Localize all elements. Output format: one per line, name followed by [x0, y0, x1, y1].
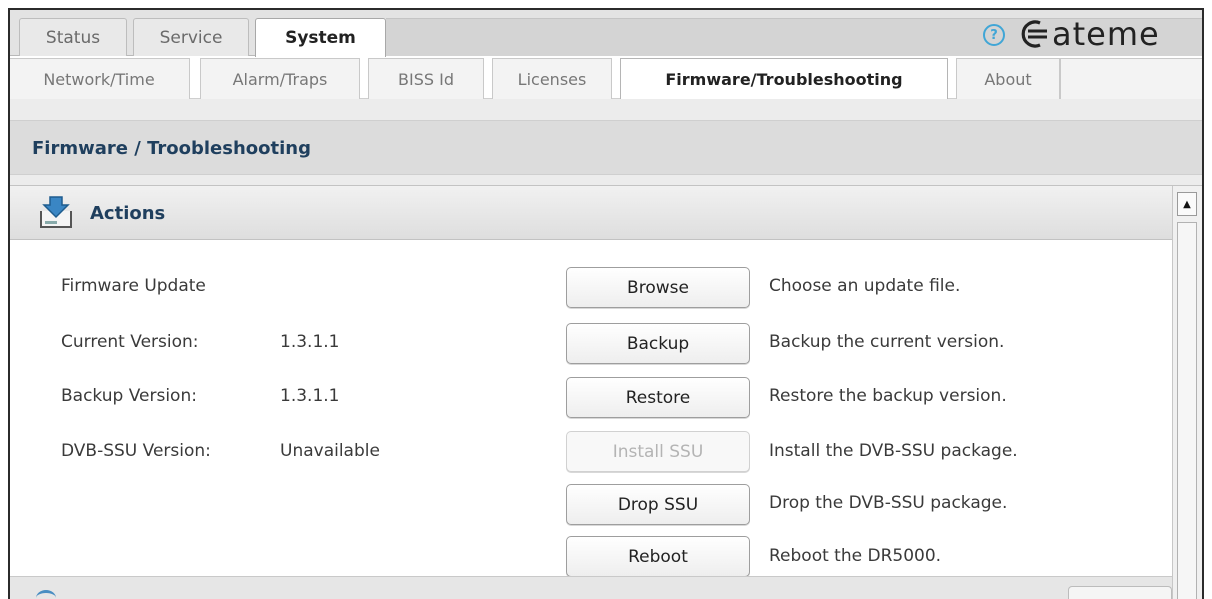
subtab-licenses[interactable]: Licenses: [492, 58, 612, 99]
top-tab-bar: Status Service System ? ateme: [10, 10, 1202, 57]
tab-system[interactable]: System: [255, 18, 386, 57]
app-window: Status Service System ? ateme Network/Ti…: [8, 8, 1204, 599]
backup-version-label: Backup Version:: [61, 386, 197, 406]
subtab-network-time[interactable]: Network/Time: [10, 58, 190, 99]
reboot-description: Reboot the DR5000.: [769, 546, 942, 566]
restore-description: Restore the backup version.: [769, 386, 1007, 406]
actions-panel: Actions Firmware Update Browse Choose an…: [10, 185, 1202, 599]
next-panel-icon: [36, 590, 56, 599]
vertical-scrollbar[interactable]: ▲: [1172, 186, 1202, 599]
scroll-thumb[interactable]: [1177, 222, 1197, 599]
firmware-update-label: Firmware Update: [61, 276, 206, 296]
current-version-value: 1.3.1.1: [280, 332, 340, 352]
sub-tab-bar: Network/Time Alarm/Traps BISS Id License…: [10, 56, 1202, 99]
backup-description: Backup the current version.: [769, 332, 1005, 352]
install-ssu-description: Install the DVB-SSU package.: [769, 441, 1018, 461]
browse-button[interactable]: Browse: [566, 267, 750, 308]
reboot-button[interactable]: Reboot: [566, 536, 750, 577]
browse-description: Choose an update file.: [769, 276, 961, 296]
spacer: [10, 99, 1202, 120]
download-box-icon: [37, 193, 75, 231]
current-version-label: Current Version:: [61, 332, 199, 352]
install-ssu-button[interactable]: Install SSU: [566, 431, 750, 472]
next-panel-header: [10, 576, 1174, 599]
tab-status[interactable]: Status: [19, 18, 127, 56]
section-header: Firmware / Troobleshooting: [10, 120, 1202, 175]
dvb-ssu-version-value: Unavailable: [280, 441, 380, 461]
drop-ssu-button[interactable]: Drop SSU: [566, 484, 750, 525]
section-title: Firmware / Troobleshooting: [32, 138, 311, 159]
subtab-firmware-troubleshooting[interactable]: Firmware/Troubleshooting: [620, 58, 948, 99]
subtab-alarm-traps[interactable]: Alarm/Traps: [200, 58, 360, 99]
restore-button[interactable]: Restore: [566, 377, 750, 418]
help-icon[interactable]: ?: [983, 24, 1005, 46]
panel-title: Actions: [90, 203, 166, 224]
subtab-biss-id[interactable]: BISS Id: [368, 58, 484, 99]
dvb-ssu-version-label: DVB-SSU Version:: [61, 441, 211, 461]
logo-text: ateme: [1052, 15, 1160, 53]
next-panel-control[interactable]: [1068, 586, 1172, 599]
backup-version-value: 1.3.1.1: [280, 386, 340, 406]
ateme-logo: ateme: [1016, 15, 1160, 53]
subtab-filler: [1060, 58, 1202, 99]
backup-button[interactable]: Backup: [566, 323, 750, 364]
scroll-up-arrow-icon[interactable]: ▲: [1177, 192, 1197, 216]
drop-ssu-description: Drop the DVB-SSU package.: [769, 493, 1008, 513]
logo-mark-icon: [1016, 18, 1050, 50]
tab-service[interactable]: Service: [133, 18, 249, 56]
subtab-about[interactable]: About: [956, 58, 1060, 99]
panel-header[interactable]: Actions: [10, 186, 1174, 240]
